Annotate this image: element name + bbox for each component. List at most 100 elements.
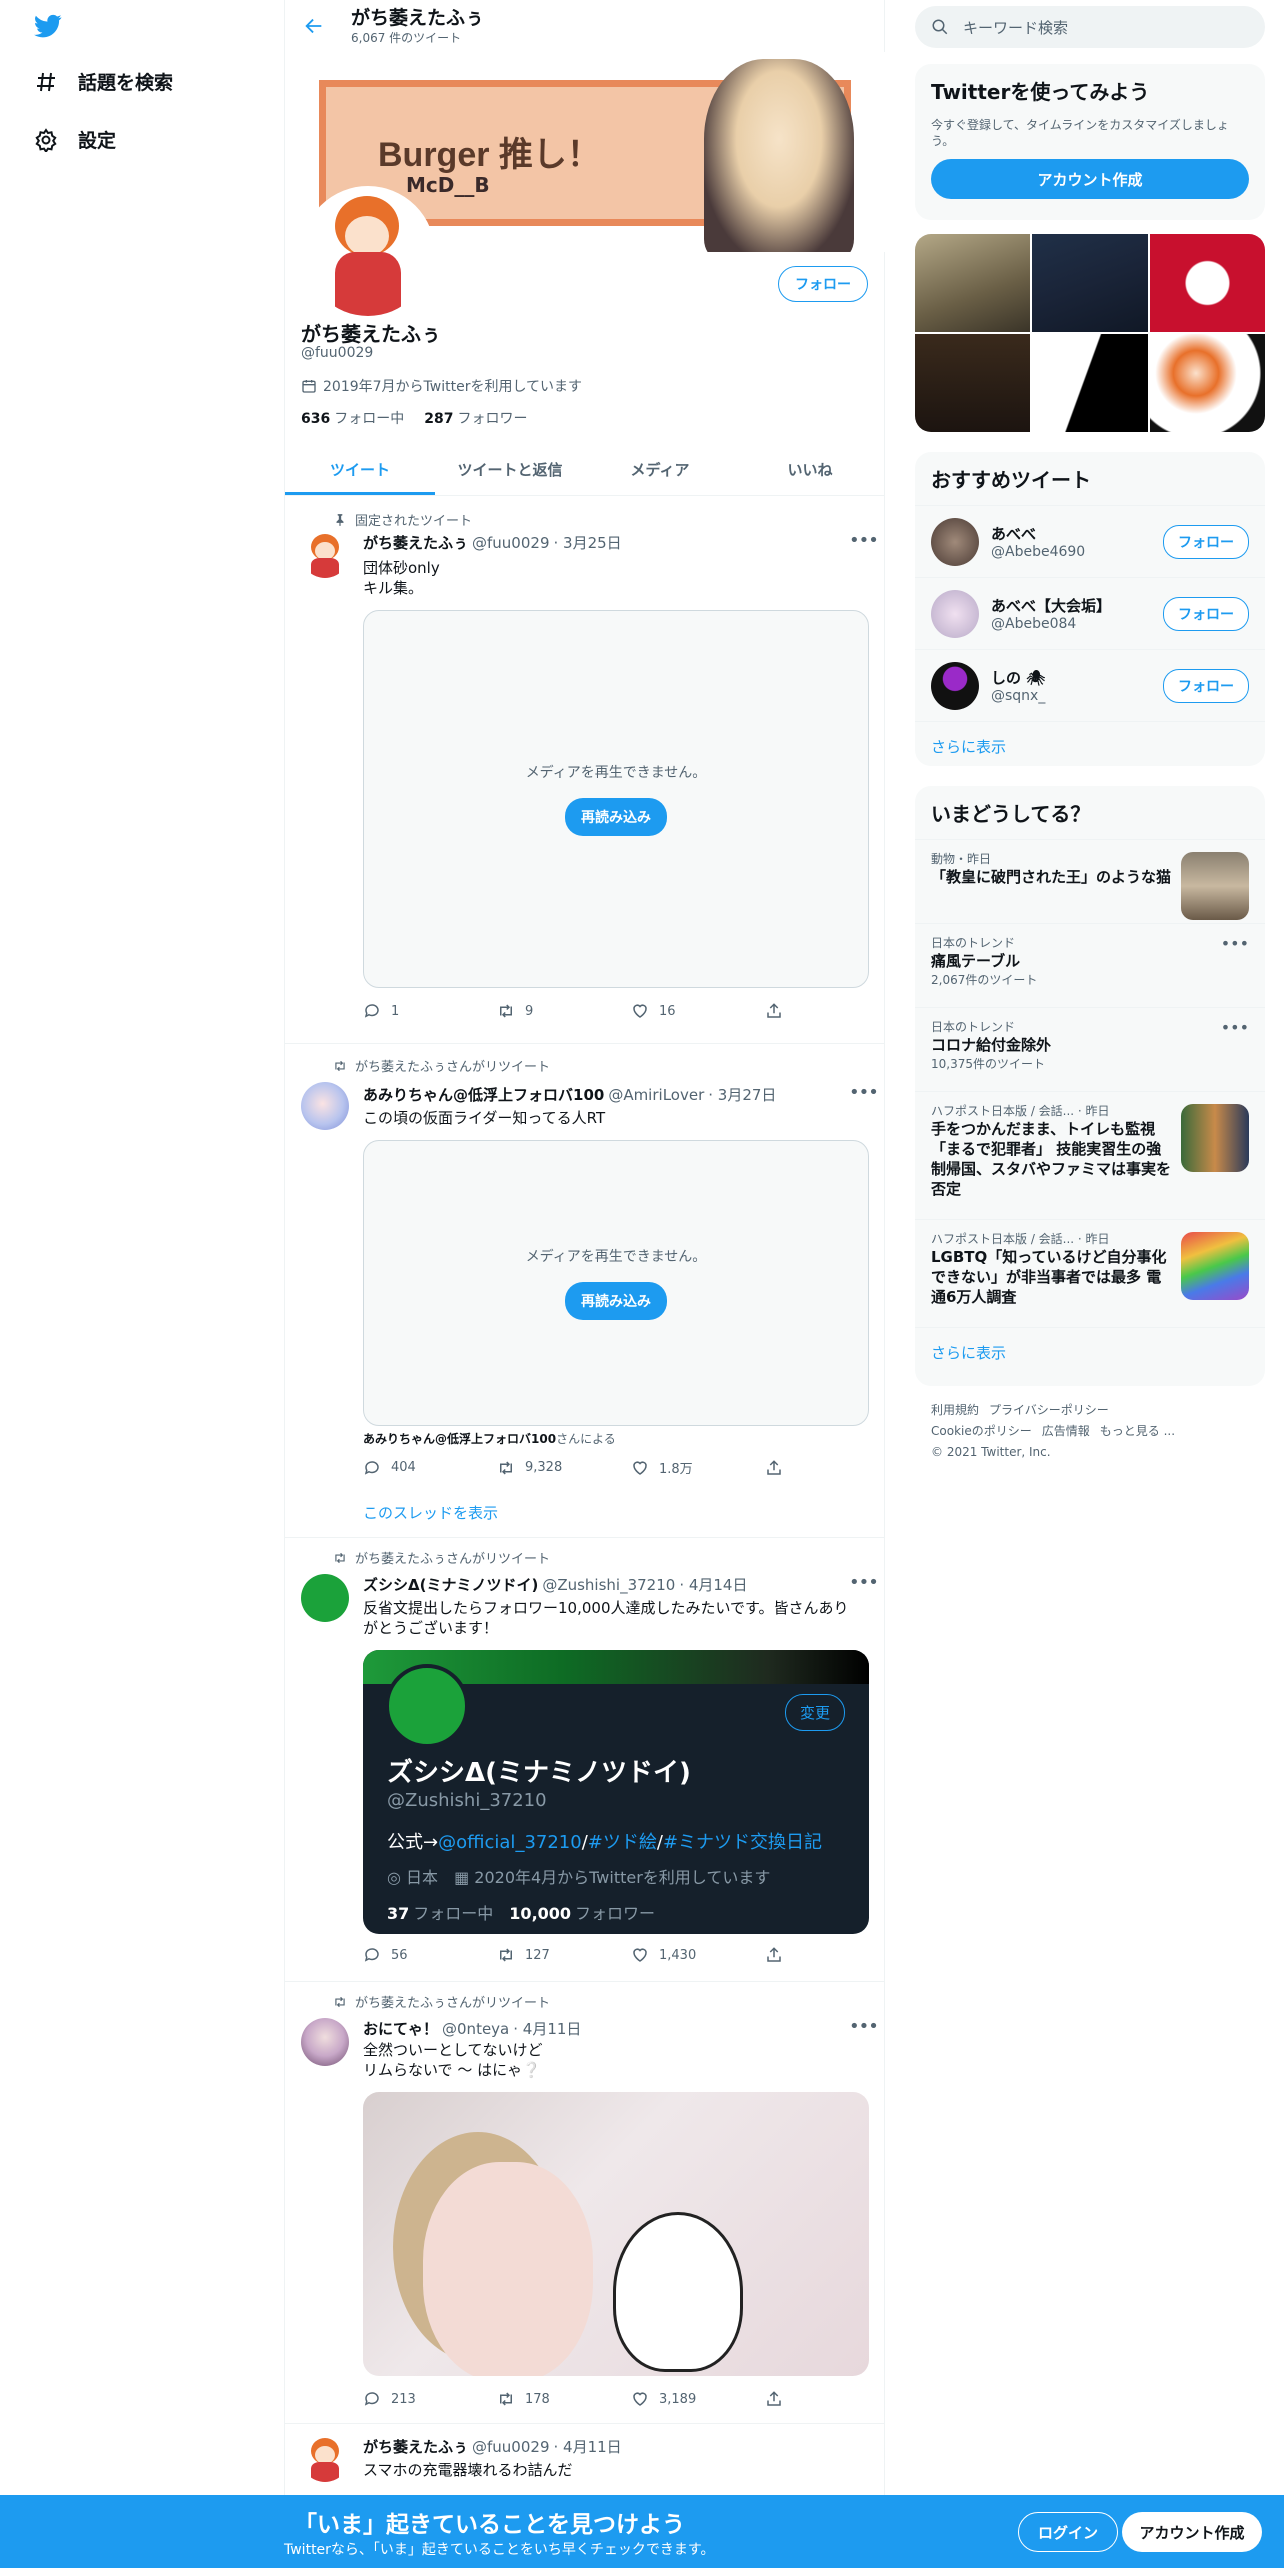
media-thumb[interactable] xyxy=(1032,334,1148,432)
trend-item[interactable]: 動物・昨日 「教皇に破門された王」のような猫 xyxy=(915,839,1265,923)
follow-button[interactable]: フォロー xyxy=(1163,524,1249,559)
tweet-author-name[interactable]: おにてゃ！ xyxy=(363,2018,438,2039)
footer-more[interactable]: もっと見る ... xyxy=(1100,1424,1175,1438)
twitter-logo-icon[interactable] xyxy=(32,12,64,40)
tweet-date[interactable]: · 4月14日 xyxy=(679,1574,747,1595)
signup-button[interactable]: アカウント作成 xyxy=(1122,2512,1262,2552)
recommended-user[interactable]: しの 🕷 @sqnx_ フォロー xyxy=(915,649,1265,721)
tweet-date[interactable]: · 4月11日 xyxy=(513,2018,581,2039)
media-thumb[interactable] xyxy=(915,334,1031,432)
reply-button[interactable]: 404 xyxy=(363,1458,497,1477)
tweet-author-handle[interactable]: @fuu0029 xyxy=(472,534,549,552)
trend-item[interactable]: ハフポスト日本版 / 会話... · 昨日 LGBTQ「知っているけど自分事化で… xyxy=(915,1219,1265,1327)
tweet-avatar[interactable] xyxy=(301,2434,349,2482)
more-icon[interactable]: ••• xyxy=(849,2016,879,2037)
back-arrow-icon[interactable] xyxy=(303,15,325,37)
like-button[interactable]: 1,430 xyxy=(631,1946,765,1964)
footer-cookie[interactable]: Cookieのポリシー xyxy=(931,1424,1032,1438)
tweet[interactable]: がち萎えたふぅさんがリツイート あみりちゃん@低浮上フォロバ100 @Amiri… xyxy=(285,1044,885,1538)
footer-privacy[interactable]: プライバシーポリシー xyxy=(989,1403,1109,1417)
share-button[interactable] xyxy=(765,1946,783,1964)
footer-copyright: © 2021 Twitter, Inc. xyxy=(931,1445,1051,1459)
retweet-button[interactable]: 9,328 xyxy=(497,1458,631,1477)
like-button[interactable]: 16 xyxy=(631,1002,765,1020)
tab-likes[interactable]: いいね xyxy=(735,444,885,495)
media-thumb[interactable] xyxy=(1032,234,1148,332)
media-thumb[interactable] xyxy=(1149,234,1265,332)
like-button[interactable]: 1.8万 xyxy=(631,1458,765,1477)
reply-count: 56 xyxy=(391,1947,408,1963)
media-thumb[interactable] xyxy=(1149,334,1265,432)
login-button[interactable]: ログイン xyxy=(1018,2512,1118,2552)
retweet-icon xyxy=(335,1552,345,1563)
profile-card-image[interactable]: 変更 ズシシΔ(ミナミノツドイ) @Zushishi_37210 公式→@off… xyxy=(363,1650,869,1934)
search-input[interactable]: キーワード検索 xyxy=(963,17,1068,38)
tweet[interactable]: がち萎えたふぅさんがリツイート ズシシΔ(ミナミノツドイ) @Zushishi_… xyxy=(285,1538,885,1982)
tweet-date[interactable]: · 4月11日 xyxy=(553,2436,621,2457)
tweet[interactable]: 固定されたツイート がち萎えたふぅ @fuu0029 · 3月25日 ••• 団… xyxy=(285,496,885,1044)
nav-explore[interactable]: 話題を検索 xyxy=(34,68,173,95)
card-joined: 2020年4月からTwitterを利用しています xyxy=(474,1868,771,1887)
reply-icon xyxy=(364,1004,379,1018)
reload-button[interactable]: 再読み込み xyxy=(565,798,667,836)
tweet-author-handle[interactable]: @fuu0029 xyxy=(472,2438,549,2456)
create-account-button[interactable]: アカウント作成 xyxy=(931,159,1249,199)
retweet-button[interactable]: 127 xyxy=(497,1946,631,1964)
trend-item[interactable]: 日本のトレンド コロナ給付金除外 10,375件のツイート ••• xyxy=(915,1007,1265,1091)
tweet-author-handle[interactable]: @Zushishi_37210 xyxy=(542,1576,675,1594)
more-icon[interactable]: ••• xyxy=(849,1572,879,1593)
recommended-user[interactable]: あべべ【大会垢】 @Abebe084 フォロー xyxy=(915,577,1265,649)
tweet-context: がち萎えたふぅさんがリツイート xyxy=(333,1992,550,2011)
more-icon[interactable]: ••• xyxy=(1221,1018,1249,1037)
share-button[interactable] xyxy=(765,1002,783,1020)
retweet-button[interactable]: 178 xyxy=(497,2390,631,2408)
media-attribution-name[interactable]: あみりちゃん@低浮上フォロバ100 xyxy=(363,1432,556,1446)
share-button[interactable] xyxy=(765,1458,783,1477)
show-thread-link[interactable]: このスレッドを表示 xyxy=(363,1502,498,1523)
tweet-author-name[interactable]: ズシシΔ(ミナミノツドイ) xyxy=(363,1574,538,1595)
more-icon[interactable]: ••• xyxy=(849,530,879,551)
tab-media[interactable]: メディア xyxy=(585,444,735,495)
tweet-author-handle[interactable]: @0nteya xyxy=(442,2020,509,2038)
tweet[interactable]: がち萎えたふぅさんがリツイート おにてゃ！ @0nteya · 4月11日 ••… xyxy=(285,1982,885,2424)
show-more-link[interactable]: さらに表示 xyxy=(915,1327,1265,1377)
reply-button[interactable]: 56 xyxy=(363,1946,497,1964)
reply-button[interactable]: 1 xyxy=(363,1002,497,1020)
tweet-avatar[interactable] xyxy=(301,530,349,578)
tweet-photo[interactable] xyxy=(363,2092,869,2376)
share-button[interactable] xyxy=(765,2390,783,2408)
tweet-author-name[interactable]: あみりちゃん@低浮上フォロバ100 xyxy=(363,1084,604,1105)
tweet-author-name[interactable]: がち萎えたふぅ xyxy=(363,532,468,553)
profile-avatar[interactable] xyxy=(301,186,435,320)
search-bar[interactable]: キーワード検索 xyxy=(915,6,1265,48)
reply-button[interactable]: 213 xyxy=(363,2390,497,2408)
media-thumb[interactable] xyxy=(915,234,1031,332)
trend-item[interactable]: 日本のトレンド 痛風テーブル 2,067件のツイート ••• xyxy=(915,923,1265,1007)
more-icon[interactable]: ••• xyxy=(1221,934,1249,953)
follow-button[interactable]: フォロー xyxy=(1163,668,1249,703)
following-link[interactable]: 636 フォロー中 xyxy=(301,408,404,428)
like-button[interactable]: 3,189 xyxy=(631,2390,765,2408)
footer-ads[interactable]: 広告情報 xyxy=(1042,1424,1090,1438)
trend-image xyxy=(1181,852,1249,920)
show-more-link[interactable]: さらに表示 xyxy=(915,721,1265,766)
followers-link[interactable]: 287 フォロワー xyxy=(424,408,527,428)
footer-terms[interactable]: 利用規約 xyxy=(931,1403,979,1417)
follow-button[interactable]: フォロー xyxy=(778,266,868,302)
recommended-user[interactable]: あべべ @Abebe4690 フォロー xyxy=(915,505,1265,577)
nav-settings[interactable]: 設定 xyxy=(34,126,116,153)
tweet-author-name[interactable]: がち萎えたふぅ xyxy=(363,2436,468,2457)
retweet-button[interactable]: 9 xyxy=(497,1002,631,1020)
reload-button[interactable]: 再読み込み xyxy=(565,1282,667,1320)
tweet-avatar[interactable] xyxy=(301,1574,349,1622)
tweet-date[interactable]: · 3月27日 xyxy=(708,1084,776,1105)
tweet-date[interactable]: · 3月25日 xyxy=(553,532,621,553)
trend-item[interactable]: ハフポスト日本版 / 会話... · 昨日 手をつかんだまま、トイレも監視「まる… xyxy=(915,1091,1265,1219)
tweet-avatar[interactable] xyxy=(301,2018,349,2066)
follow-button[interactable]: フォロー xyxy=(1163,596,1249,631)
tweet-avatar[interactable] xyxy=(301,1082,349,1130)
tab-tweets-replies[interactable]: ツイートと返信 xyxy=(435,444,585,495)
tab-tweets[interactable]: ツイート xyxy=(285,444,435,495)
tweet-author-handle[interactable]: @AmiriLover xyxy=(608,1086,704,1104)
more-icon[interactable]: ••• xyxy=(849,1082,879,1103)
